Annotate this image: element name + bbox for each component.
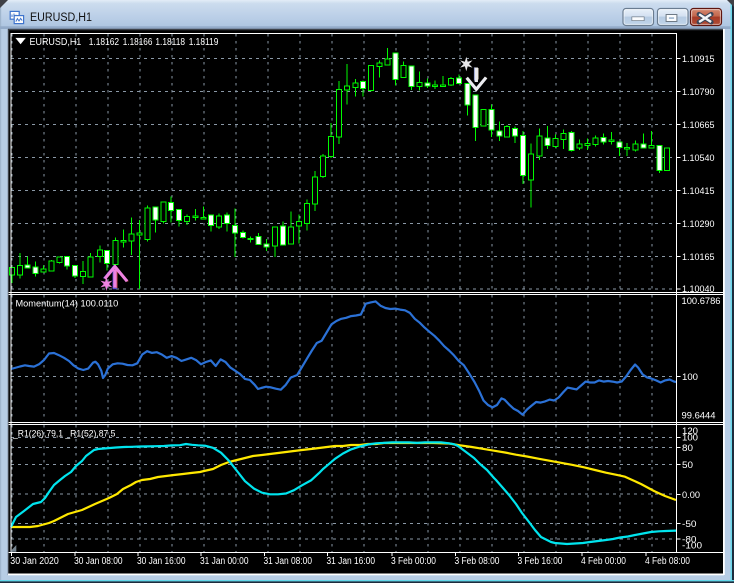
svg-text:3 Feb 00:00: 3 Feb 00:00 [391,556,436,567]
svg-text:1.18118: 1.18118 [155,37,185,48]
svg-text:1.18119: 1.18119 [189,37,219,48]
svg-text:1.10665: 1.10665 [682,120,715,131]
svg-text:31 Jan 16:00: 31 Jan 16:00 [327,556,376,567]
svg-text:3 Feb 16:00: 3 Feb 16:00 [518,556,563,567]
svg-text:99.6444: 99.6444 [682,410,716,421]
svg-text:31 Jan 08:00: 31 Jan 08:00 [264,556,313,567]
svg-text:30 Jan 2020: 30 Jan 2020 [10,556,59,567]
svg-text:4 Feb 08:00: 4 Feb 08:00 [645,556,690,567]
svg-text:-100: -100 [682,540,702,551]
svg-text:EURUSD,H1: EURUSD,H1 [30,12,92,24]
svg-text:50: 50 [682,460,693,471]
svg-text:30 Jan 08:00: 30 Jan 08:00 [74,556,123,567]
svg-text:-50: -50 [682,519,697,530]
svg-text:31 Jan 00:00: 31 Jan 00:00 [200,556,249,567]
svg-text:Momentum(14) 100.0110: Momentum(14) 100.0110 [16,299,119,310]
svg-text:1.10415: 1.10415 [682,186,715,197]
svg-text:1.18166: 1.18166 [123,37,153,48]
svg-text:1.18162: 1.18162 [89,37,120,48]
svg-text:EURUSD,H1: EURUSD,H1 [30,37,82,48]
svg-text:4 Feb 00:00: 4 Feb 00:00 [581,556,626,567]
svg-text:1.10540: 1.10540 [682,153,715,164]
svg-text:1.10290: 1.10290 [682,219,715,230]
svg-text:3 Feb 08:00: 3 Feb 08:00 [455,556,500,567]
svg-text:1.10790: 1.10790 [682,87,715,98]
svg-text:_R1(26),79,1 _R1(52),87,5: _R1(26),79,1 _R1(52),87,5 [12,429,115,440]
svg-text:100.6786: 100.6786 [682,296,721,307]
svg-text:1.10915: 1.10915 [682,54,715,65]
svg-text:0.00: 0.00 [682,490,700,501]
svg-text:30 Jan 16:00: 30 Jan 16:00 [137,556,186,567]
svg-text:1.10165: 1.10165 [682,252,715,263]
svg-text:1.10040: 1.10040 [682,284,715,295]
svg-text:100: 100 [682,372,698,383]
svg-text:80: 80 [682,443,693,454]
